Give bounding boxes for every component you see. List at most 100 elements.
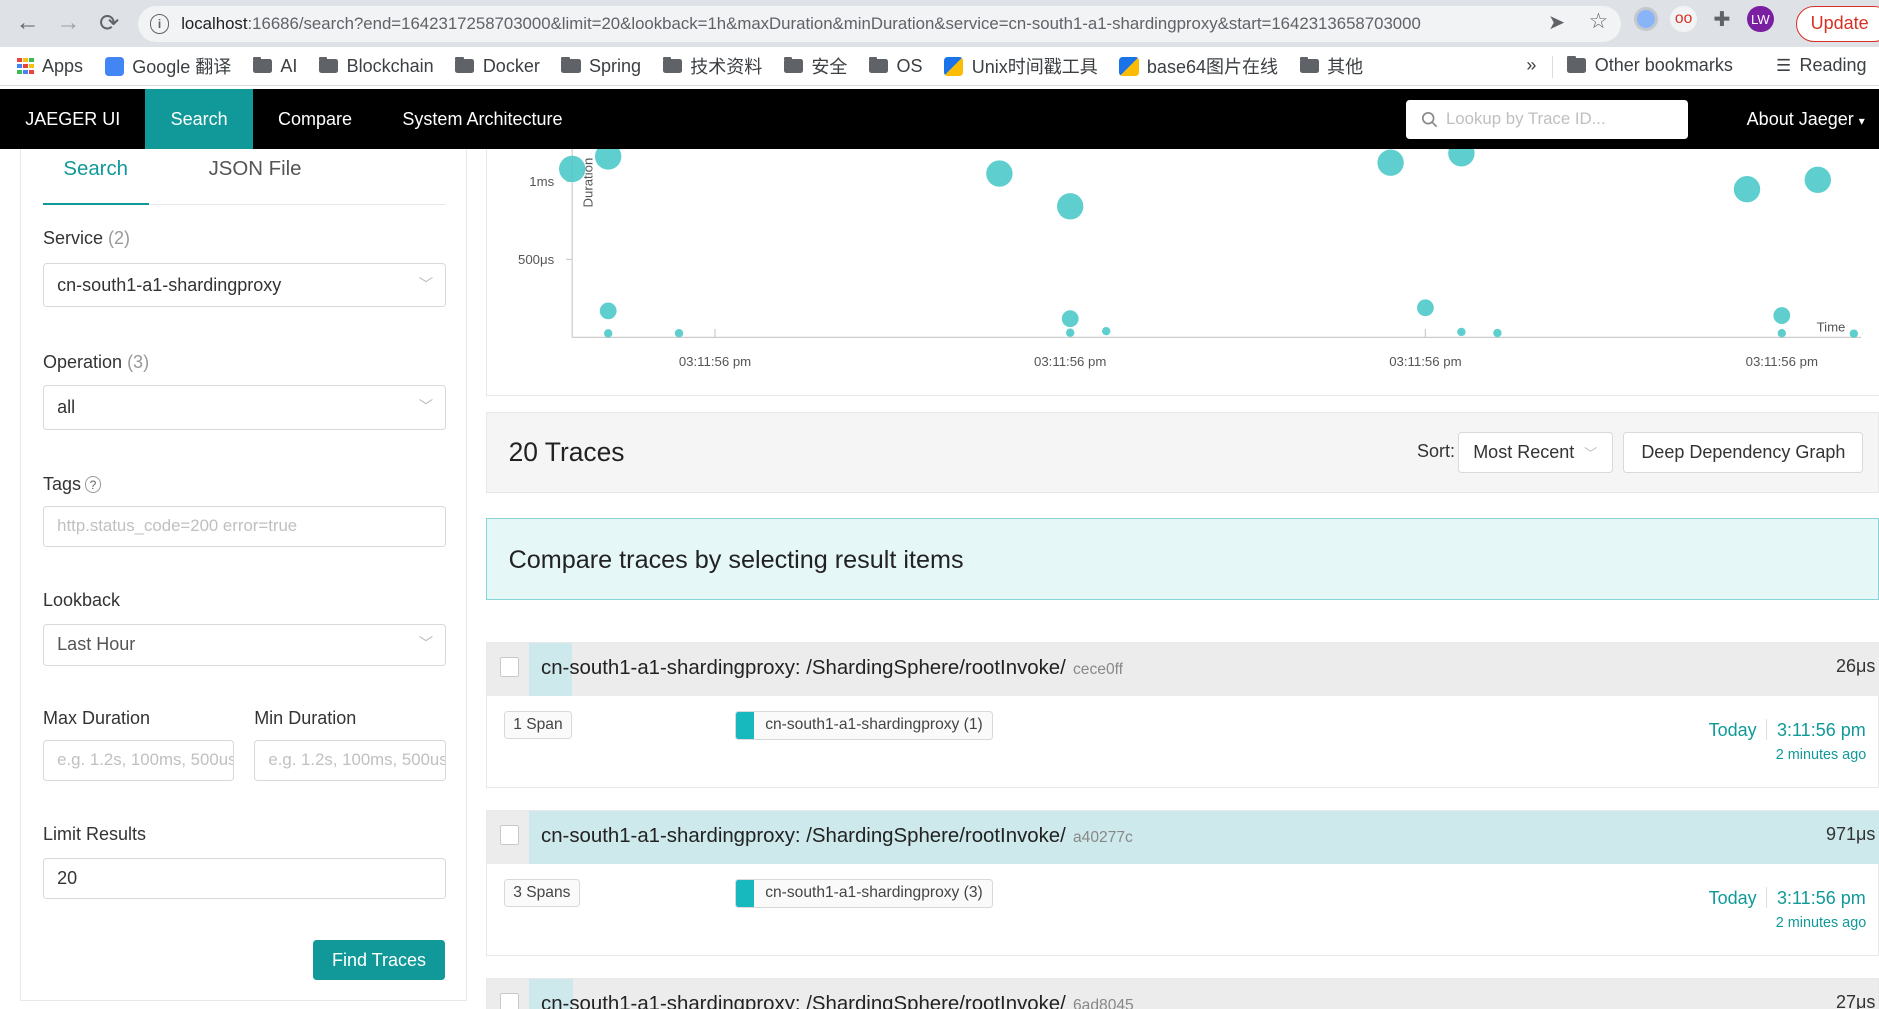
- chevron-down-icon: ﹀: [418, 276, 434, 293]
- tags-label: Tags?: [43, 474, 102, 495]
- forward-icon[interactable]: →: [48, 3, 89, 44]
- trace-title[interactable]: cn-south1-a1-shardingproxy: /ShardingSph…: [541, 993, 1134, 1009]
- limit-value: 20: [57, 867, 78, 888]
- about-jaeger-menu[interactable]: About Jaeger ▾: [1747, 89, 1865, 151]
- limit-results-input[interactable]: 20: [42, 857, 447, 899]
- nav-system-architecture[interactable]: System Architecture: [377, 89, 587, 149]
- other-bookmarks-label: Other bookmarks: [1594, 55, 1733, 76]
- bookmark-label: 技术资料: [690, 57, 763, 78]
- bookmark-item[interactable]: base64图片在线: [1119, 53, 1278, 79]
- bookmark-item[interactable]: Blockchain: [319, 56, 434, 77]
- folder-icon: [319, 56, 339, 74]
- bookmark-item[interactable]: Unix时间戳工具: [944, 53, 1098, 79]
- trace-select-checkbox[interactable]: [500, 825, 520, 845]
- reading-list-label: Reading: [1799, 55, 1867, 76]
- send-icon[interactable]: ➤: [1548, 10, 1565, 35]
- jaeger-topnav: JAEGER UI Search Compare System Architec…: [0, 88, 1879, 151]
- chevron-down-icon: ▾: [1858, 113, 1865, 128]
- trace-item-header: cn-south1-a1-shardingproxy: /ShardingSph…: [487, 979, 1879, 1009]
- bookmark-label: AI: [280, 55, 298, 76]
- lookup-placeholder: Lookup by Trace ID...: [1445, 109, 1606, 129]
- bookmark-item[interactable]: Google 翻译: [104, 53, 231, 79]
- trace-id-lookup-input[interactable]: Lookup by Trace ID...: [1406, 99, 1689, 140]
- service-color-swatch: [736, 880, 755, 907]
- x-tick-label: 03:11:56 pm: [1034, 354, 1106, 369]
- update-button[interactable]: Update: [1796, 6, 1879, 42]
- bookmark-item[interactable]: Apps: [16, 56, 83, 77]
- search-icon: [1421, 111, 1437, 128]
- address-bar[interactable]: i localhost:16686/search?end=16423172587…: [138, 6, 1622, 42]
- bookmark-label: 其他: [1327, 57, 1364, 78]
- service-select[interactable]: cn-south1-a1-shardingproxy ﹀: [42, 262, 447, 308]
- trace-result-item[interactable]: cn-south1-a1-shardingproxy: /ShardingSph…: [486, 810, 1879, 957]
- trace-result-item[interactable]: cn-south1-a1-shardingproxy: /ShardingSph…: [486, 978, 1879, 1009]
- star-icon[interactable]: ☆: [1589, 8, 1608, 34]
- folder-icon: [455, 56, 475, 74]
- folder-icon: [662, 56, 682, 74]
- trace-title[interactable]: cn-south1-a1-shardingproxy: /ShardingSph…: [541, 825, 1133, 848]
- reload-icon[interactable]: ⟳: [89, 3, 130, 44]
- nav-compare[interactable]: Compare: [253, 89, 377, 149]
- bookmarks-overflow-button[interactable]: »: [1526, 55, 1536, 76]
- trace-select-checkbox[interactable]: [500, 657, 520, 677]
- max-duration-input[interactable]: e.g. 1.2s, 100ms, 500us: [42, 740, 234, 782]
- jaeger-brand[interactable]: JAEGER UI: [0, 89, 145, 149]
- compare-banner-text: Compare traces by selecting result items: [508, 545, 964, 574]
- tab-search[interactable]: Search: [63, 158, 128, 181]
- bookmark-item[interactable]: 技术资料: [662, 53, 763, 79]
- find-traces-button[interactable]: Find Traces: [312, 939, 445, 981]
- bookmark-item[interactable]: Spring: [561, 56, 641, 77]
- operation-select[interactable]: all ﹀: [42, 385, 447, 430]
- lookback-value: Last Hour: [57, 633, 136, 654]
- tags-input[interactable]: http.status_code=200 error=true: [42, 506, 447, 548]
- bookmark-item[interactable]: AI: [252, 55, 298, 77]
- sort-select[interactable]: Most Recent ﹀: [1457, 431, 1613, 473]
- profile-avatar[interactable]: LW: [1747, 6, 1774, 33]
- folder-icon: [1299, 56, 1319, 74]
- service-value: cn-south1-a1-shardingproxy: [57, 274, 282, 295]
- trace-select-checkbox[interactable]: [500, 993, 520, 1009]
- x-tick-label: 03:11:56 pm: [679, 354, 751, 369]
- max-duration-label: Max Duration: [42, 707, 151, 728]
- extension-circle-icon[interactable]: [1634, 7, 1659, 32]
- results-header: 20 Traces Sort: Most Recent ﹀ Deep Depen…: [486, 411, 1879, 494]
- puzzle-icon[interactable]: ✚: [1709, 6, 1735, 32]
- active-tab-indicator: [42, 202, 149, 206]
- search-form-panel: Search JSON File Service (2) cn-south1-a…: [20, 148, 467, 1001]
- trace-result-item[interactable]: cn-south1-a1-shardingproxy: /ShardingSph…: [486, 642, 1879, 789]
- lookback-select[interactable]: Last Hour ﹀: [42, 623, 447, 666]
- reading-list[interactable]: ☰ Reading: [1776, 55, 1867, 76]
- reading-list-icon: ☰: [1776, 56, 1792, 76]
- back-icon[interactable]: ←: [7, 3, 48, 44]
- bookmark-item[interactable]: 安全: [783, 53, 848, 79]
- bookmark-favicon: [1119, 56, 1139, 76]
- nav-search[interactable]: Search: [145, 88, 253, 149]
- trace-point: [1849, 329, 1858, 338]
- bookmark-label: 安全: [811, 57, 848, 78]
- chevron-down-icon: ﹀: [418, 399, 434, 416]
- deep-dependency-graph-button[interactable]: Deep Dependency Graph: [1623, 431, 1864, 473]
- y-tick-label: 500μs: [518, 252, 555, 267]
- site-info-icon[interactable]: i: [150, 14, 170, 34]
- service-label: Service (2): [42, 227, 131, 248]
- other-bookmarks[interactable]: Other bookmarks: [1567, 55, 1733, 76]
- operation-value: all: [57, 397, 76, 418]
- max-duration-placeholder: e.g. 1.2s, 100ms, 500us: [57, 750, 234, 770]
- bookmark-item[interactable]: 其他: [1299, 53, 1364, 79]
- bookmark-item[interactable]: Docker: [455, 56, 540, 77]
- min-duration-input[interactable]: e.g. 1.2s, 100ms, 500us: [254, 740, 447, 782]
- extension-glasses-icon[interactable]: oo: [1670, 6, 1697, 33]
- min-duration-label: Min Duration: [254, 707, 357, 728]
- limit-results-label: Limit Results: [42, 824, 147, 845]
- apps-icon: [16, 57, 34, 75]
- folder-icon: [252, 56, 273, 74]
- x-tick-label: 03:11:56 pm: [1389, 354, 1461, 369]
- trace-point: [1057, 192, 1084, 220]
- tab-json-file[interactable]: JSON File: [209, 158, 302, 181]
- service-tag: cn-south1-a1-shardingproxy (1): [735, 711, 994, 741]
- bookmark-label: OS: [896, 55, 923, 76]
- help-icon[interactable]: ?: [84, 476, 102, 494]
- trace-title[interactable]: cn-south1-a1-shardingproxy: /ShardingSph…: [541, 657, 1123, 680]
- bookmark-item[interactable]: OS: [868, 55, 923, 77]
- bookmark-label: Spring: [589, 55, 642, 76]
